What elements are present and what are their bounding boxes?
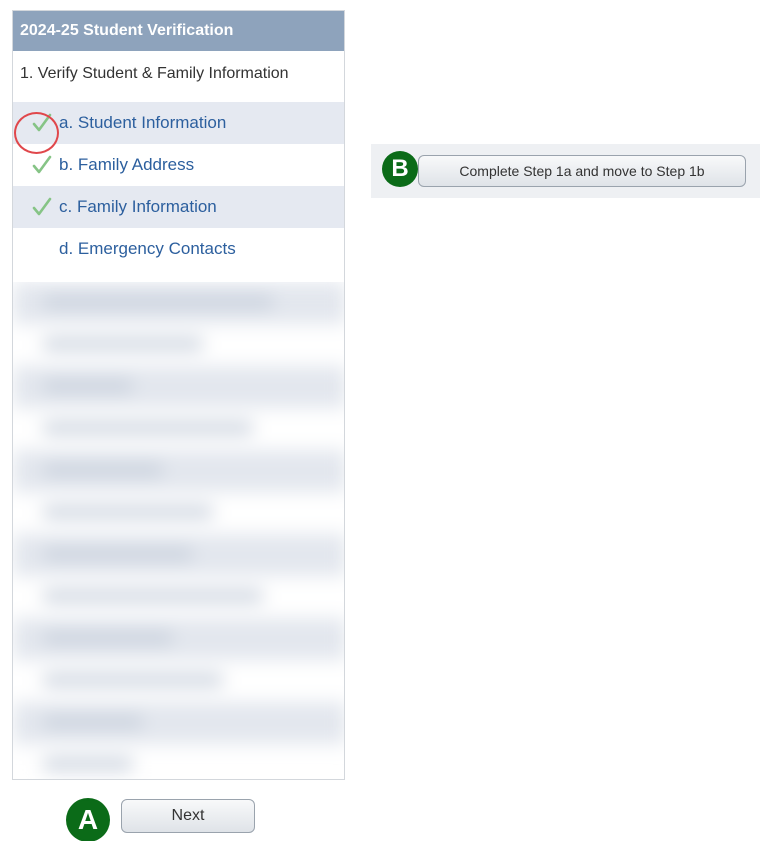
highlight-circle xyxy=(14,112,59,154)
panel-title: 2024-25 Student Verification xyxy=(13,11,344,51)
nav-item-label: c. Family Information xyxy=(59,197,217,216)
nav-item-family-address[interactable]: b. Family Address xyxy=(13,144,344,186)
checkmark-icon xyxy=(31,186,57,228)
nav-item-label: a. Student Information xyxy=(59,113,227,132)
complete-step-button[interactable]: Complete Step 1a and move to Step 1b xyxy=(418,155,746,187)
annotation-badge-b: B xyxy=(384,153,416,185)
step-title: 1. Verify Student & Family Information xyxy=(20,65,289,82)
nav-item-label: d. Emergency Contacts xyxy=(59,239,236,258)
nav-item-student-information[interactable]: a. Student Information xyxy=(13,102,344,144)
next-button[interactable]: Next xyxy=(121,799,255,833)
nav-item-label: b. Family Address xyxy=(59,155,195,174)
verification-panel: 2024-25 Student Verification 1. Verify S… xyxy=(12,10,345,780)
annotation-badge-a: A xyxy=(68,800,108,840)
blurred-content xyxy=(13,282,344,779)
nav-item-emergency-contacts[interactable]: d. Emergency Contacts xyxy=(13,228,344,270)
nav-item-family-information[interactable]: c. Family Information xyxy=(13,186,344,228)
